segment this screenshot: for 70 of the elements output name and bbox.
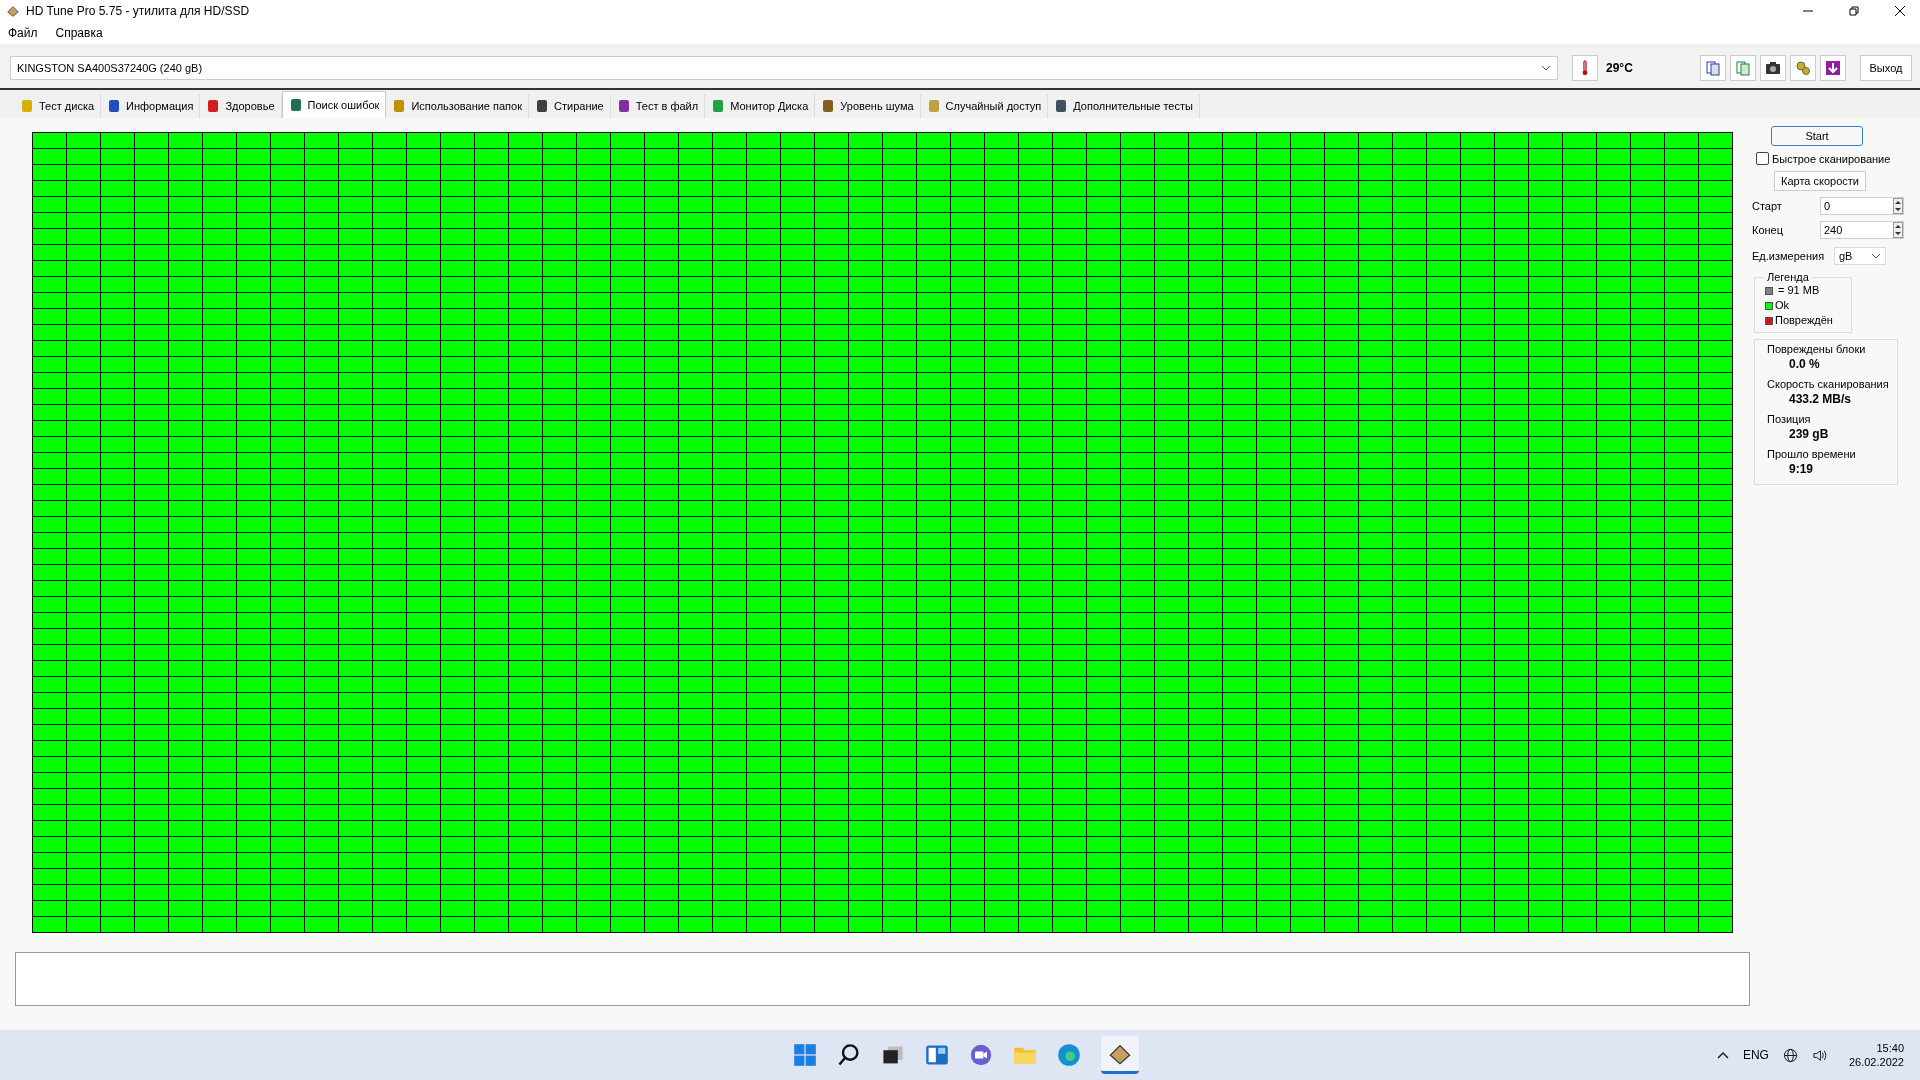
legend-label: Ok <box>1775 298 1790 313</box>
quick-scan-label: Быстрое сканирование <box>1772 152 1891 165</box>
field-label: Конец <box>1752 224 1785 236</box>
documents-icon <box>1705 60 1721 76</box>
tab-icon <box>1054 99 1069 113</box>
date-text: 26.02.2022 <box>1848 1056 1904 1068</box>
field-label: Ед.измерения <box>1752 250 1826 262</box>
stat-label: Позиция <box>1767 412 1811 427</box>
menu-item[interactable]: Файл <box>8 26 38 40</box>
thermometer-icon <box>1581 59 1589 77</box>
stat-label: Прошло времени <box>1767 447 1856 462</box>
legend-label: = 91 MB <box>1777 283 1820 298</box>
chat-icon[interactable] <box>969 1043 993 1067</box>
copy-button[interactable] <box>1700 55 1726 81</box>
stat-value: 0.0 % <box>1789 357 1821 371</box>
tab-icon <box>616 99 631 113</box>
start-button[interactable]: Start <box>1771 126 1863 146</box>
download-button[interactable] <box>1820 55 1846 81</box>
tab-icon <box>535 99 549 113</box>
spinner-arrows-icon <box>1893 198 1903 214</box>
language-indicator[interactable]: ENG <box>1742 1048 1769 1062</box>
number-field[interactable]: 0 <box>1820 197 1904 215</box>
gears-icon <box>1795 60 1811 76</box>
stat-value: 433.2 MB/s <box>1789 392 1853 406</box>
legend-label: Повреждён <box>1775 313 1833 328</box>
windows-icon[interactable] <box>793 1043 817 1067</box>
widgets-icon[interactable] <box>925 1043 949 1067</box>
number-field[interactable]: 240 <box>1820 221 1904 239</box>
stat-label: Повреждены блоки <box>1767 342 1866 357</box>
thermometer-button[interactable] <box>1572 55 1598 81</box>
temperature-reading: 29°C <box>1606 61 1634 75</box>
documents-icon <box>1735 60 1751 76</box>
menu-item[interactable]: Справка <box>55 26 103 40</box>
drive-dropdown[interactable]: KINGSTON SA400S37240G (240 gB) <box>10 56 1558 80</box>
clock[interactable]: 15:40 26.02.2022 <box>1848 1042 1904 1068</box>
window-title: HD Tune Pro 5.75 - утилита для HD/SSD <box>26 4 250 18</box>
time-text: 15:40 <box>1876 1042 1904 1054</box>
tab-icon <box>107 99 122 113</box>
stat-label: Скорость сканирования <box>1767 377 1889 392</box>
tab-icon <box>206 99 221 113</box>
legend-title: Легенда <box>1766 271 1810 283</box>
quick-scan-checkbox[interactable] <box>1756 152 1769 165</box>
tab-icon <box>926 99 941 113</box>
chevron-down-icon <box>1871 253 1881 259</box>
close-icon[interactable] <box>1894 5 1906 17</box>
down-arrow-icon <box>1825 60 1841 76</box>
tab-icon <box>288 98 303 112</box>
globe-icon[interactable] <box>1782 1047 1798 1063</box>
tab[interactable]: Поиск ошибок <box>281 91 387 118</box>
stat-value: 239 gB <box>1789 427 1830 441</box>
options-button[interactable] <box>1790 55 1816 81</box>
search-icon[interactable] <box>837 1043 861 1067</box>
speaker-icon[interactable] <box>1811 1047 1827 1063</box>
tab-icon <box>821 99 836 113</box>
chevron-up-icon[interactable] <box>1716 1051 1729 1059</box>
field-label: Старт <box>1752 200 1783 212</box>
spinner-arrows-icon <box>1893 222 1903 238</box>
stat-value: 9:19 <box>1789 462 1815 476</box>
speed-map-button[interactable]: Карта скорости <box>1774 171 1866 191</box>
exit-button[interactable]: Выход <box>1860 55 1912 81</box>
browser-icon[interactable] <box>1057 1043 1081 1067</box>
restore-icon[interactable] <box>1848 5 1860 17</box>
tab-icon <box>711 99 726 113</box>
chevron-down-icon <box>1541 65 1551 71</box>
tab-icon <box>392 99 407 113</box>
camera-icon <box>1765 60 1781 76</box>
tab-icon <box>20 99 34 113</box>
unit-dropdown[interactable]: gB <box>1834 247 1886 265</box>
app-taskbar-button[interactable] <box>1101 1036 1139 1074</box>
screenshot-button[interactable] <box>1760 55 1786 81</box>
